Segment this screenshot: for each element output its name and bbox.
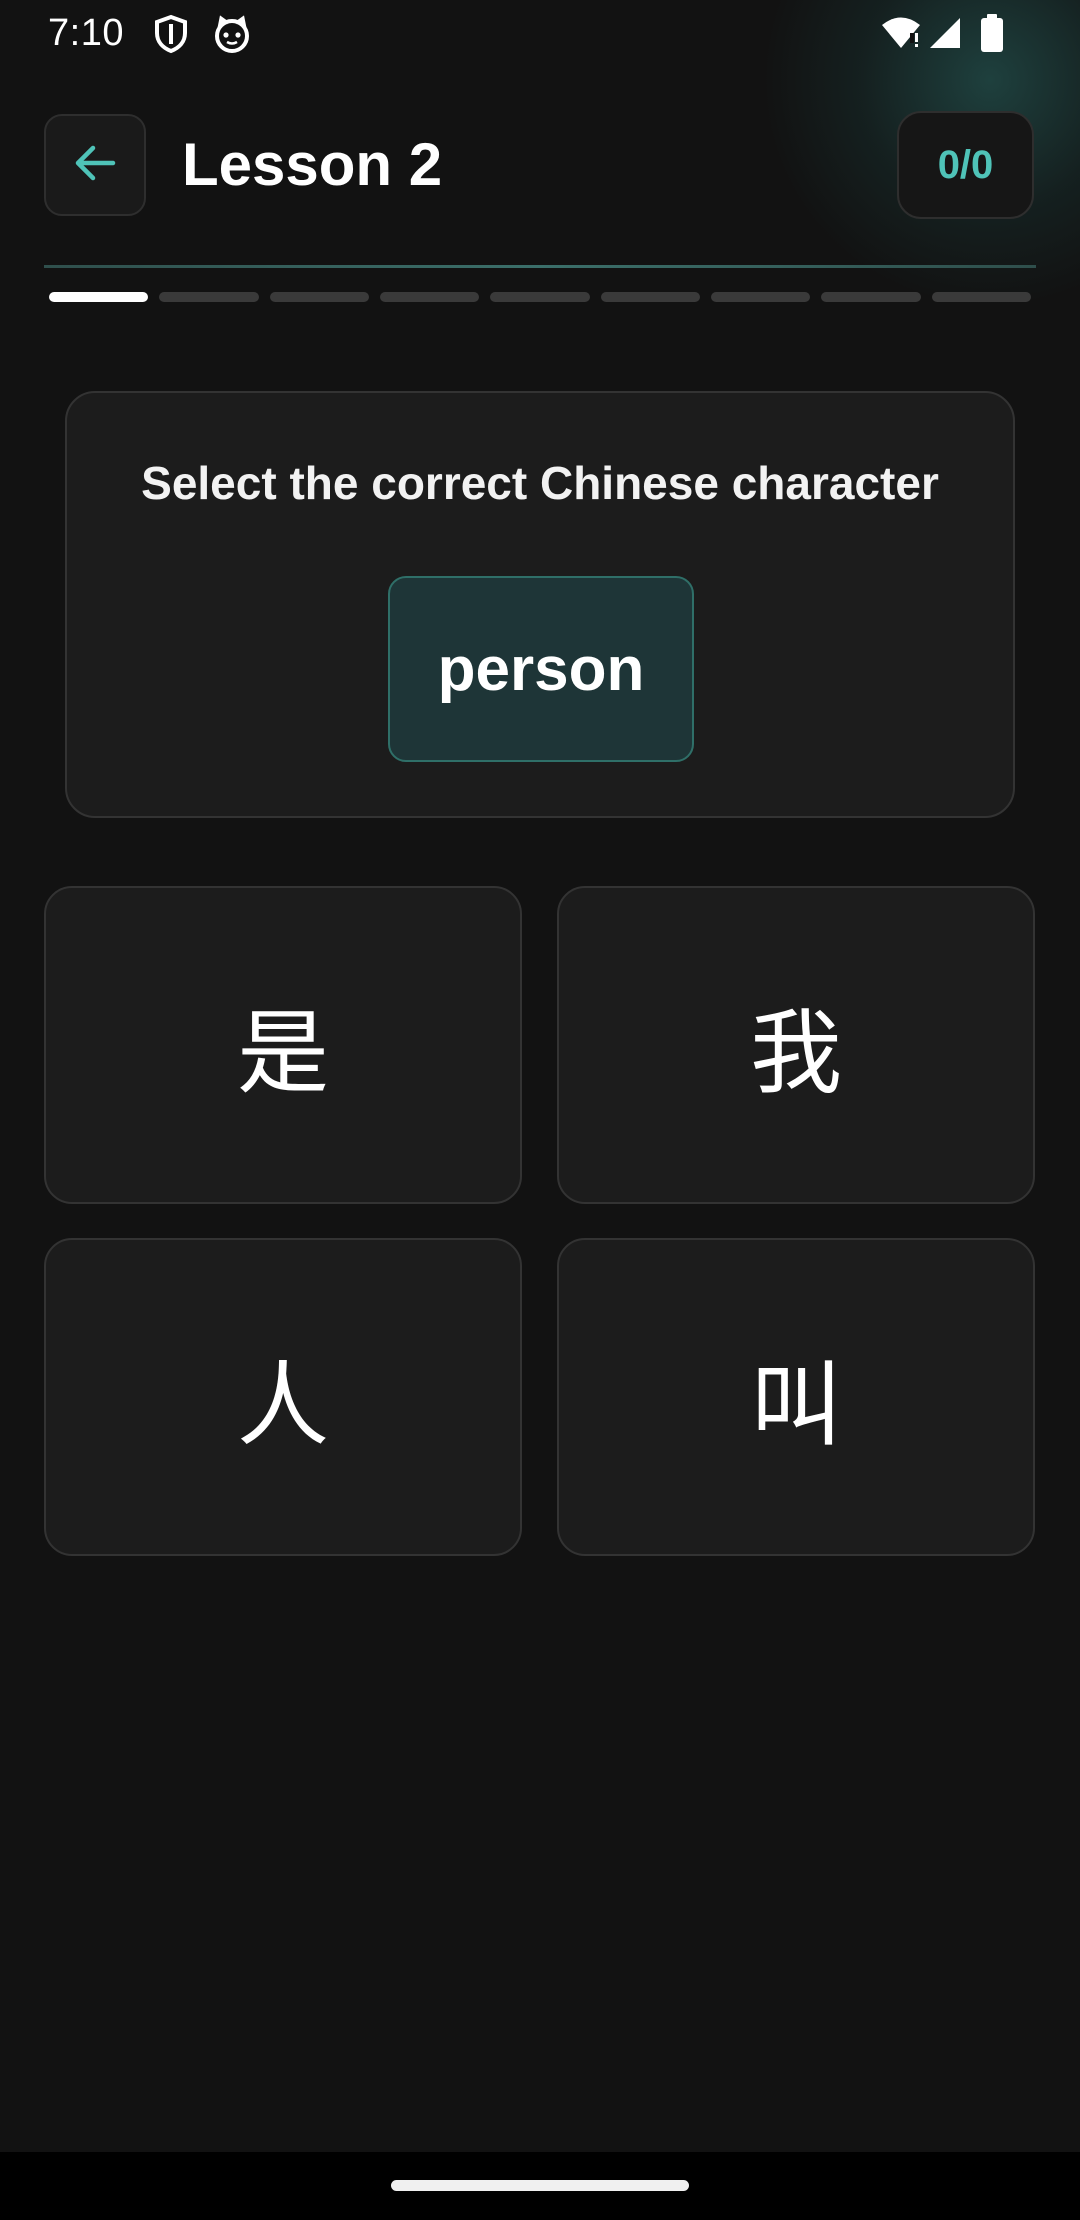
progress-segment [269,292,369,302]
status-time: 7:10 [48,12,124,54]
battery-icon [980,14,1004,57]
arrow-left-icon [73,143,117,188]
answer-option-2[interactable]: 我 [557,886,1035,1204]
answer-option-4[interactable]: 叫 [557,1238,1035,1556]
progress-segment [710,292,811,302]
question-instruction: Select the correct Chinese character [141,457,939,509]
progress-segment [49,292,149,302]
question-card: Select the correct Chinese character per… [65,391,1015,818]
target-word: person [388,576,694,762]
app-screen: 7:10 Lesson 2 0/0 Select the correct Chi… [0,0,1080,2220]
status-bar: 7:10 [0,0,1080,66]
progress-segment [931,292,1031,302]
wifi-icon [880,16,922,55]
progress-segment [600,292,700,302]
score-badge: 0/0 [897,111,1034,219]
progress-segment [159,292,259,302]
home-indicator[interactable] [391,2180,689,2191]
page-title: Lesson 2 [182,131,443,198]
answer-option-1[interactable]: 是 [44,886,522,1204]
header-divider [44,265,1036,268]
progress-segment [379,292,480,302]
progress-segment [490,292,590,302]
back-button[interactable] [44,114,146,216]
lesson-progress [49,292,1031,302]
answer-option-3[interactable]: 人 [44,1238,522,1556]
cat-icon [213,14,251,59]
signal-icon [928,16,962,55]
system-nav-bar [0,2152,1080,2220]
progress-segment [821,292,921,302]
shield-icon [153,14,189,59]
